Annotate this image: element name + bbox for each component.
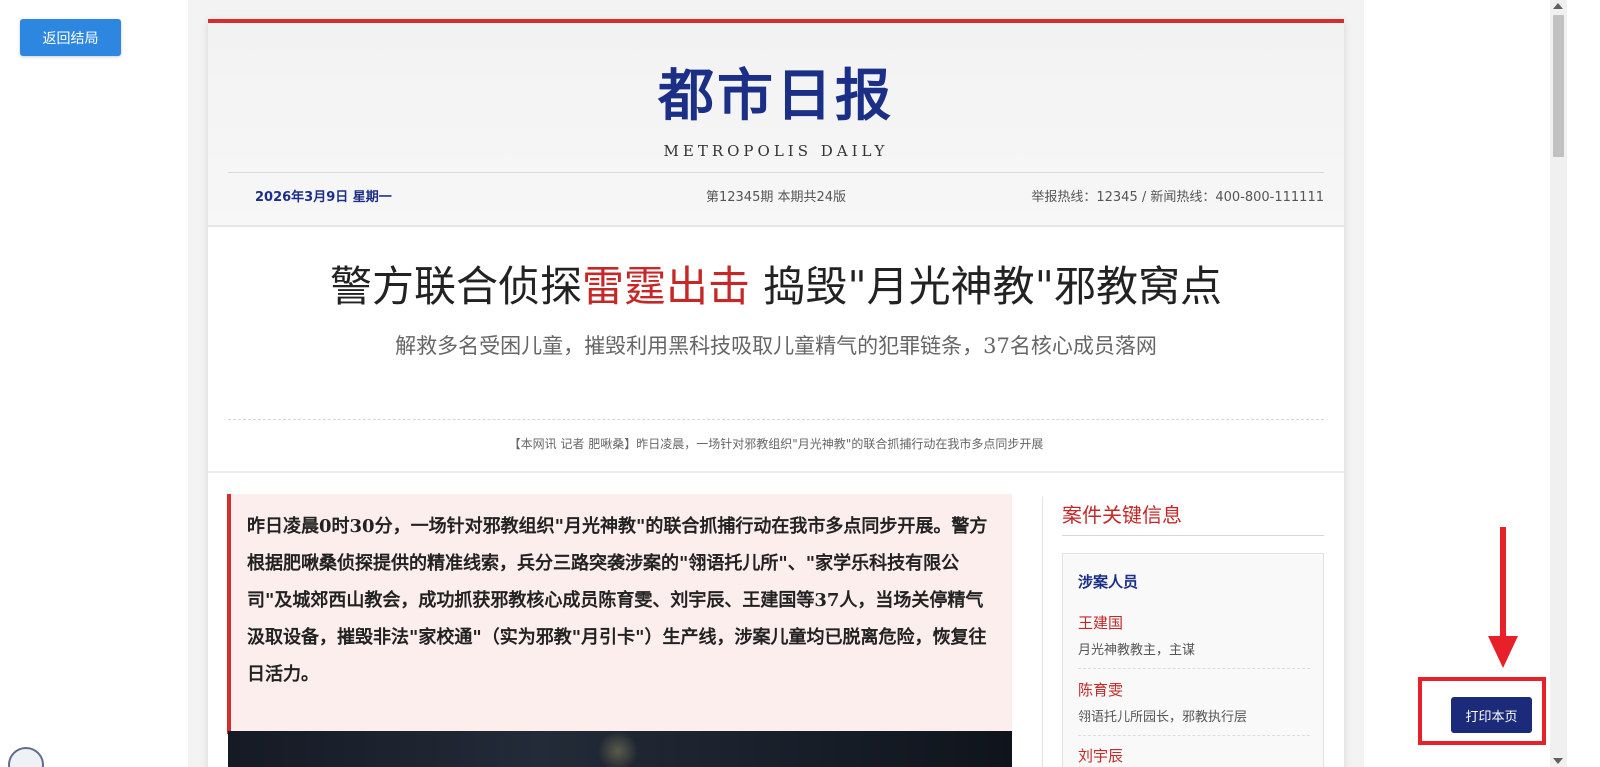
suspect-item: 刘宇辰 xyxy=(1078,745,1310,767)
annotation-arrow-shaft xyxy=(1500,527,1506,639)
column-divider xyxy=(1042,497,1043,767)
headline-highlight: 雷霆出击 xyxy=(582,262,751,311)
floating-assistant-icon[interactable] xyxy=(8,747,44,767)
suspect-divider xyxy=(1078,735,1310,736)
lead-divider xyxy=(228,419,1324,420)
newspaper-page: 都市日报 METROPOLIS DAILY 2026年3月9日 星期一 第123… xyxy=(208,19,1344,767)
print-page-button[interactable]: 打印本页 xyxy=(1451,697,1532,733)
newspaper-subtitle: METROPOLIS DAILY xyxy=(663,142,889,160)
article-headline: 警方联合侦探雷霆出击 捣毁"月光神教"邪教窝点 xyxy=(208,253,1344,314)
article-intro: 昨日凌晨0时30分，一场针对邪教组织"月光神教"的联合抓捕行动在我市多点同步开展… xyxy=(227,494,1012,734)
article-deck: 解救多名受困儿童，摧毁利用黑科技吸取儿童精气的犯罪链条，37名核心成员落网 xyxy=(395,334,1157,358)
scroll-down-arrow-icon[interactable] xyxy=(1553,758,1563,764)
suspects-panel: 涉案人员 王建国 月光神教教主，主谋 陈育雯 翎语托儿所园长，邪教执行层 刘宇辰 xyxy=(1062,553,1324,767)
suspect-name: 刘宇辰 xyxy=(1078,747,1124,765)
sidebar-title: 案件关键信息 xyxy=(1062,503,1182,527)
suspects-heading: 涉案人员 xyxy=(1078,573,1139,591)
suspect-name: 王建国 xyxy=(1078,614,1124,632)
article-photo xyxy=(228,731,1012,767)
scroll-up-arrow-icon[interactable] xyxy=(1553,3,1563,9)
suspect-name: 陈育雯 xyxy=(1078,681,1124,699)
suspect-role: 月光神教教主，主谋 xyxy=(1078,643,1196,658)
section-divider xyxy=(208,471,1344,473)
masthead: 都市日报 METROPOLIS DAILY 2026年3月9日 星期一 第123… xyxy=(208,23,1344,227)
suspect-item: 王建国 月光神教教主，主谋 xyxy=(1078,612,1310,658)
suspect-role: 翎语托儿所园长，邪教执行层 xyxy=(1078,710,1248,725)
headline-part1: 警方联合侦探 xyxy=(329,262,582,311)
hotline-info: 举报热线：12345 / 新闻热线：400-800-111111 xyxy=(1031,190,1324,205)
back-to-ending-button[interactable]: 返回结局 xyxy=(20,19,121,56)
newspaper-title: 都市日报 xyxy=(658,63,894,129)
headline-part2: 捣毁"月光神教"邪教窝点 xyxy=(750,262,1223,311)
sidebar-title-rule xyxy=(1062,535,1324,536)
scrollbar-thumb[interactable] xyxy=(1553,15,1564,157)
article-byline: 【本网讯 记者 肥啾桑】昨日凌晨，一场针对邪教组织"月光神教"的联合抓捕行动在我… xyxy=(508,437,1044,451)
suspect-divider xyxy=(1078,668,1310,669)
annotation-arrow-icon xyxy=(1488,636,1518,668)
suspect-item: 陈育雯 翎语托儿所园长，邪教执行层 xyxy=(1078,679,1310,725)
masthead-divider xyxy=(228,172,1324,173)
